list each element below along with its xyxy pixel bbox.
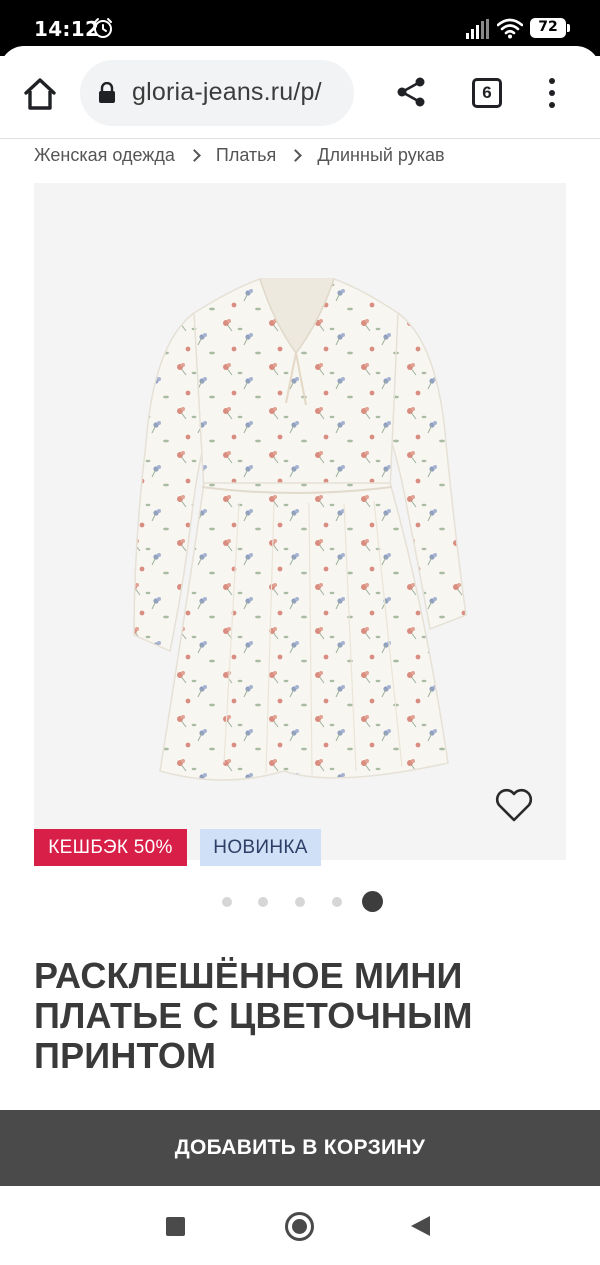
address-bar[interactable]: gloria-jeans.ru/p/	[80, 60, 354, 126]
android-nav-bar	[0, 1186, 600, 1265]
heart-icon[interactable]	[494, 787, 534, 823]
cashback-badge: КЕШБЭК 50%	[34, 829, 187, 866]
recents-icon[interactable]	[166, 1217, 185, 1236]
tabs-button[interactable]: 6	[472, 78, 502, 108]
carousel-dot[interactable]	[258, 897, 268, 907]
carousel-dot-active[interactable]	[362, 891, 383, 912]
breadcrumb-item-womens-clothing[interactable]: Женская одежда	[34, 145, 175, 166]
url-text: gloria-jeans.ru/p/	[132, 78, 322, 106]
breadcrumb-item-dresses[interactable]: Платья	[216, 145, 276, 166]
chevron-right-icon	[289, 148, 303, 162]
alarm-icon	[94, 18, 112, 38]
share-icon[interactable]	[396, 76, 428, 108]
carousel-dots	[221, 890, 391, 914]
product-title: РАСКЛЕШЁННОЕ МИНИ ПЛАТЬЕ С ЦВЕТОЧНЫМ ПРИ…	[34, 955, 473, 1076]
battery-icon: 72	[530, 18, 570, 38]
back-icon[interactable]	[411, 1216, 430, 1236]
toolbar-divider	[0, 138, 600, 139]
battery-tip	[567, 24, 570, 32]
home-circle-inner	[292, 1219, 307, 1234]
menu-icon[interactable]	[540, 76, 564, 110]
browser-toolbar: gloria-jeans.ru/p/ 6	[0, 46, 600, 138]
menu-dot	[549, 90, 555, 96]
product-image[interactable]	[34, 183, 566, 860]
menu-dot	[549, 78, 555, 84]
carousel-dot[interactable]	[332, 897, 342, 907]
breadcrumb-item-long-sleeve[interactable]: Длинный рукав	[317, 145, 444, 166]
signal-icon	[466, 19, 489, 39]
lock-icon	[99, 82, 115, 103]
dress-illustration	[133, 278, 467, 781]
home-circle-icon[interactable]	[285, 1212, 314, 1241]
chevron-right-icon	[188, 148, 201, 162]
breadcrumb: Женская одежда Платья Длинный рукав	[34, 144, 445, 166]
carousel-dot[interactable]	[222, 897, 232, 907]
add-to-cart-button[interactable]: ДОБАВИТЬ В КОРЗИНУ	[0, 1110, 600, 1186]
home-icon[interactable]	[20, 74, 60, 114]
new-badge: НОВИНКА	[200, 829, 321, 866]
menu-dot	[549, 102, 555, 108]
carousel-dot[interactable]	[295, 897, 305, 907]
battery-level: 72	[538, 19, 558, 35]
status-time: 14:12	[34, 17, 100, 41]
wifi-icon	[497, 18, 523, 39]
